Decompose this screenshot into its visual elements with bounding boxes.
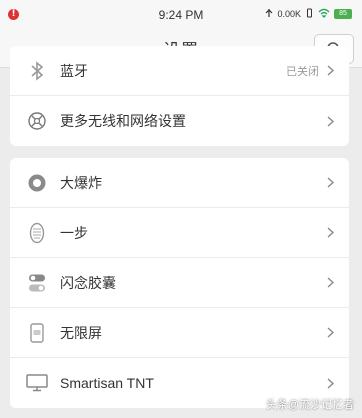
network-settings-card: 蓝牙 已关闭 更多无线和网络设置 (10, 46, 349, 146)
settings-item-value: 已关闭 (286, 65, 319, 78)
watermark: 头条@流沙记忆者 (265, 399, 354, 411)
smart-features-card: 大爆炸 一步 闪念胶囊 无限屏 Smartisan TNT (10, 158, 349, 408)
bluetooth-icon (24, 58, 50, 84)
infinite-screen-icon (24, 320, 50, 346)
battery-icon: 85 (334, 9, 352, 19)
settings-item-label: 无限屏 (60, 324, 102, 341)
net-speed: 0.00K (277, 9, 301, 19)
monitor-icon (24, 370, 50, 396)
settings-item-bluetooth[interactable]: 蓝牙 已关闭 (10, 46, 349, 96)
chevron-right-icon (327, 65, 337, 76)
settings-item-idea-capsule[interactable]: 闪念胶囊 (10, 258, 349, 308)
chevron-right-icon (327, 227, 337, 238)
chevron-right-icon (327, 377, 337, 389)
settings-item-label: 蓝牙 (60, 62, 88, 79)
status-bar: ! 9:24 PM 0.00K 85 (0, 0, 362, 30)
status-indicators: 0.00K 85 (265, 8, 352, 20)
settings-item-big-bang[interactable]: 大爆炸 (10, 158, 349, 208)
chevron-right-icon (327, 115, 337, 127)
idea-capsule-icon (24, 270, 50, 296)
one-step-icon (24, 220, 50, 246)
wifi-icon (318, 8, 330, 20)
big-bang-icon (24, 170, 50, 196)
chevron-right-icon (327, 277, 337, 288)
status-time: 9:24 PM (158, 8, 204, 22)
settings-item-label: 闪念胶囊 (60, 274, 116, 291)
settings-item-label: 大爆炸 (60, 174, 102, 191)
alert-icon: ! (8, 9, 19, 20)
alarm-icon (265, 8, 273, 20)
settings-item-infinite-screen[interactable]: 无限屏 (10, 308, 349, 358)
settings-item-more-wireless[interactable]: 更多无线和网络设置 (10, 96, 349, 146)
chevron-right-icon (327, 327, 337, 338)
settings-item-label: 更多无线和网络设置 (60, 113, 186, 129)
settings-item-label: 一步 (60, 224, 88, 241)
vibrate-icon (305, 8, 314, 20)
settings-item-one-step[interactable]: 一步 (10, 208, 349, 258)
settings-item-label: Smartisan TNT (60, 375, 154, 391)
chevron-right-icon (327, 177, 337, 188)
wireless-settings-icon (24, 108, 50, 134)
